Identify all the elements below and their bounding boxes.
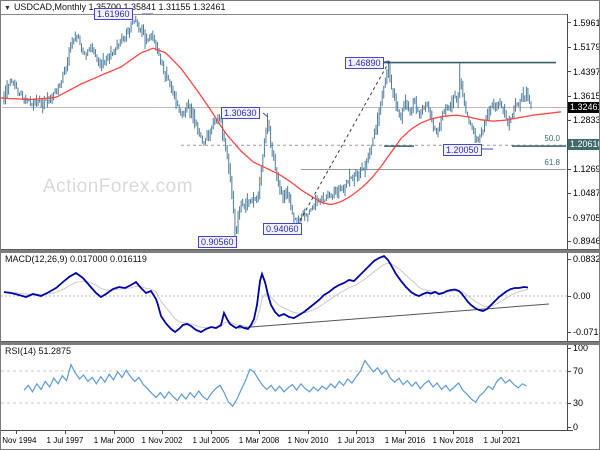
date-tick-label: 1 Jul 2021 — [483, 436, 521, 445]
price-annotation-label[interactable]: 0.94060 — [263, 223, 302, 235]
date-tick-label: 1 Nov 2010 — [287, 436, 329, 445]
panel-separator[interactable] — [1, 341, 599, 345]
current-price-badge: 1.32461 — [568, 101, 600, 113]
macd-title: MACD(12,26,9) 0.017000 0.016119 — [5, 254, 147, 264]
rsi-tick-label: 0 — [573, 422, 579, 432]
symbol-dropdown-arrow-icon[interactable]: ▼ — [4, 5, 11, 12]
price-axis-spine — [567, 14, 568, 431]
price-tick-label: 1.43970 — [573, 66, 599, 77]
fib-level-label: 50.0 — [544, 134, 560, 144]
axis-tick — [114, 430, 115, 434]
date-tick-label: 1 Jul 2005 — [192, 436, 230, 445]
price-tick-label: 1.51790 — [573, 42, 599, 53]
axis-tick — [211, 430, 212, 434]
axis-tick — [308, 430, 309, 434]
price-annotation-label[interactable]: 1.46890 — [345, 57, 384, 69]
macd-tick-label: -0.071752 — [573, 327, 599, 337]
price-tick-label: 1.12690 — [573, 164, 599, 175]
rsi-canvas[interactable] — [1, 345, 567, 430]
date-tick-label: 1 Jul 2013 — [337, 436, 375, 445]
axis-tick — [567, 402, 571, 404]
axis-tick — [16, 430, 17, 434]
axis-tick — [567, 22, 571, 24]
price-tick-label: 1.28330 — [573, 115, 599, 126]
axis-tick — [567, 370, 571, 372]
price-tick-label: 0.97050 — [573, 212, 599, 223]
date-tick-label: 1 Nov 2002 — [141, 436, 183, 445]
price-tick-label: 1.59610 — [573, 17, 599, 28]
time-axis-spine — [1, 430, 573, 431]
axis-tick — [567, 331, 571, 333]
rsi-tick-label: 70 — [573, 366, 584, 376]
price-annotation-label[interactable]: 0.90560 — [198, 236, 237, 248]
macd-tick-label: 0.083235 — [573, 254, 600, 264]
axis-tick — [567, 119, 571, 121]
axis-tick — [453, 430, 454, 434]
axis-tick — [65, 430, 66, 434]
symbol-title: USDCAD,Monthly — [13, 2, 86, 12]
fib-level-label: 61.8 — [544, 158, 560, 168]
axis-tick — [567, 95, 571, 97]
axis-tick — [567, 71, 571, 73]
axis-tick — [567, 240, 571, 242]
fib-price-badge: 1.20610 — [568, 138, 600, 150]
axis-tick — [567, 295, 571, 297]
price-annotation-label[interactable]: 1.20050 — [443, 144, 482, 156]
rsi-title: RSI(14) 51.2875 — [5, 346, 72, 356]
panel-separator[interactable] — [1, 249, 599, 253]
axis-tick — [567, 426, 571, 428]
price-tick-label: 1.04870 — [573, 188, 599, 199]
date-tick-label: 1 Mar 2016 — [384, 436, 426, 445]
macd-canvas[interactable] — [1, 253, 567, 341]
date-tick-label: 1 Nov 2018 — [432, 436, 474, 445]
main-panel-top-border — [1, 14, 567, 15]
chart-window: ▼ USDCAD,Monthly 1.35700 1.35841 1.31155 … — [0, 0, 600, 450]
axis-tick — [567, 192, 571, 194]
date-tick-label: 1 Jul 1997 — [46, 436, 84, 445]
axis-tick — [502, 430, 503, 434]
axis-tick — [405, 430, 406, 434]
axis-tick — [567, 258, 571, 260]
price-tick-label: 0.89460 — [573, 236, 599, 247]
axis-tick — [567, 217, 571, 219]
axis-tick — [356, 430, 357, 434]
date-tick-label: 1 Mar 2000 — [93, 436, 135, 445]
axis-tick — [567, 46, 571, 48]
rsi-tick-label: 30 — [573, 398, 584, 408]
axis-tick — [162, 430, 163, 434]
date-tick-label: 1 Nov 1994 — [1, 436, 37, 445]
price-annotation-label[interactable]: 1.30630 — [221, 107, 260, 119]
macd-tick-label: 0.00 — [573, 291, 591, 301]
axis-tick — [567, 347, 571, 349]
axis-tick — [259, 430, 260, 434]
price-annotation-label[interactable]: 1.61960 — [94, 8, 133, 20]
price-tick-label: 1.36150 — [573, 91, 599, 102]
axis-tick — [567, 168, 571, 170]
date-tick-label: 1 Mar 2008 — [238, 436, 280, 445]
main-chart-canvas[interactable] — [1, 1, 567, 249]
